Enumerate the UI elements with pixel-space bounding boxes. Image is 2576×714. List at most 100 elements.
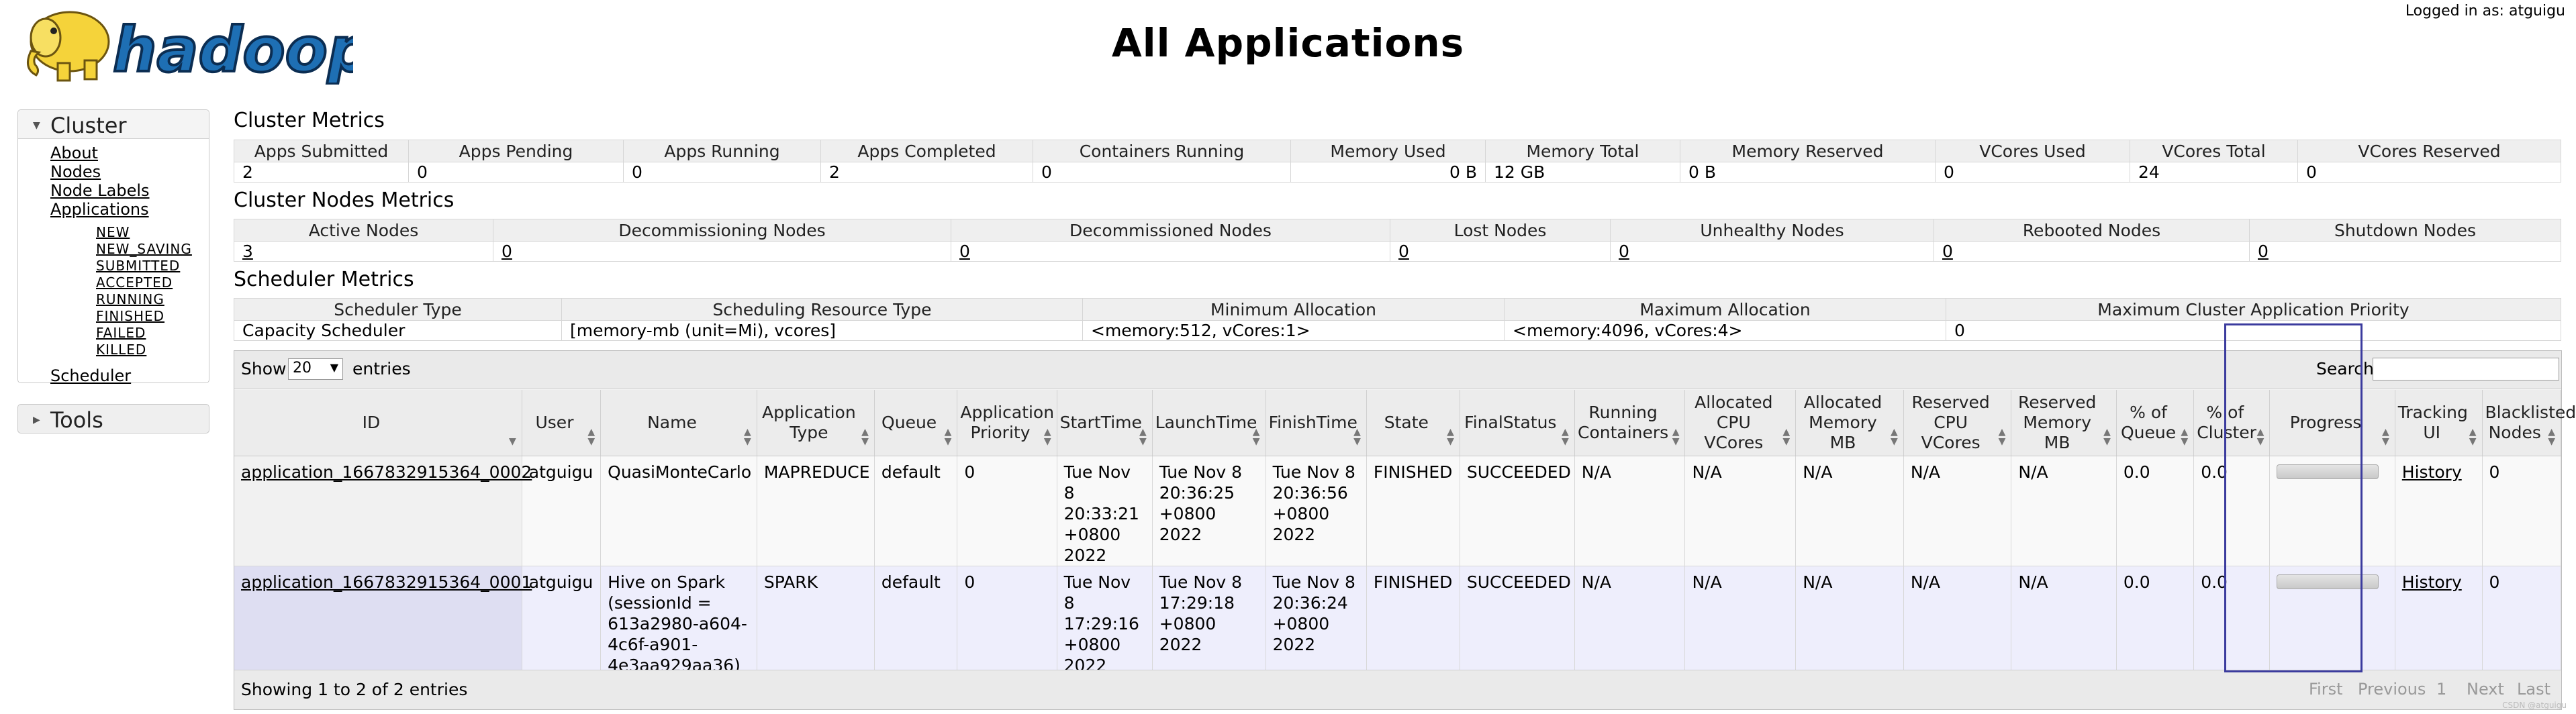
nav-link-scheduler[interactable]: Scheduler	[50, 366, 131, 385]
col-allocated-cpu-vcores[interactable]: Allocated CPU VCores ▲ ▼	[1684, 390, 1797, 456]
th-apps-running: Apps Running	[623, 140, 821, 162]
search-input[interactable]	[2373, 358, 2559, 380]
th-decommissioned-nodes: Decommissioned Nodes	[951, 219, 1390, 242]
nav-link-applications[interactable]: Applications	[50, 200, 149, 219]
sort-icon: ▲ ▼	[2103, 427, 2111, 447]
nav-cluster-panel: ▼ Cluster About Nodes Node Labels Applic…	[17, 109, 209, 385]
nav-tools-header[interactable]: ▶ Tools	[18, 405, 209, 433]
cell-name: Hive on Spark (sessionId = 613a2980-a604…	[600, 566, 757, 676]
th-vcores-total: VCores Total	[2130, 140, 2298, 162]
pager-page-1[interactable]: 1	[2436, 680, 2446, 699]
th-apps-pending: Apps Pending	[408, 140, 624, 162]
col-allocated-memory-mb-label: Allocated Memory MB	[1803, 393, 1882, 452]
th-max-cluster-app-priority: Maximum Cluster Application Priority	[1946, 298, 2561, 321]
col-pct-queue[interactable]: % of Queue ▲ ▼	[2116, 390, 2195, 456]
nav-state-failed[interactable]: FAILED	[96, 325, 146, 341]
applications-table: ID ▼ User ▲ ▼ Name ▲ ▼ Application Type ▲ ▼ Que…	[234, 390, 2576, 676]
cell-queue: default	[874, 566, 958, 676]
col-application-type[interactable]: Application Type ▲ ▼	[757, 390, 875, 456]
cell-finish-time: Tue Nov 8 20:36:56 +0800 2022	[1266, 456, 1367, 566]
col-running-containers[interactable]: Running Containers ▲ ▼	[1574, 390, 1686, 456]
nav-state-killed[interactable]: KILLED	[96, 342, 146, 358]
nav-link-about[interactable]: About	[50, 144, 98, 162]
page-length-select[interactable]: 20 ▼	[288, 358, 343, 380]
val-shutdown-nodes[interactable]: 0	[2258, 242, 2269, 261]
triangle-right-icon: ▶	[33, 415, 40, 425]
col-application-priority-label: Application Priority	[960, 403, 1055, 442]
cell-reserved-vcores: N/A	[1903, 566, 2012, 676]
nav-link-node-labels[interactable]: Node Labels	[50, 181, 150, 200]
app-id-link[interactable]: application_1667832915364_0002	[241, 462, 532, 482]
scheduler-metrics-table: Scheduler Type Scheduling Resource Type …	[234, 298, 2561, 341]
col-blacklisted-nodes[interactable]: Blacklisted Nodes ▲ ▼	[2482, 390, 2576, 456]
cell-state: FINISHED	[1366, 566, 1460, 676]
val-active-nodes[interactable]: 3	[242, 242, 253, 261]
val-scheduling-resource-type: [memory-mb (unit=Mi), vcores]	[561, 320, 1083, 341]
sort-icon: ▲ ▼	[744, 427, 751, 447]
cell-allocated-memory: N/A	[1795, 456, 1904, 566]
cell-type: MAPREDUCE	[757, 456, 875, 566]
sort-desc-icon: ▼	[509, 436, 516, 447]
col-id[interactable]: ID ▼	[234, 390, 522, 456]
val-vcores-reserved: 0	[2297, 162, 2561, 183]
cell-allocated-vcores: N/A	[1684, 566, 1797, 676]
col-finish-time[interactable]: FinishTime ▲ ▼	[1266, 390, 1367, 456]
col-name[interactable]: Name ▲ ▼	[600, 390, 757, 456]
sort-icon: ▲ ▼	[2469, 427, 2477, 447]
val-apps-completed: 2	[820, 162, 1033, 183]
val-memory-reserved: 0 B	[1680, 162, 1936, 183]
col-application-priority[interactable]: Application Priority ▲ ▼	[957, 390, 1057, 456]
col-running-containers-label: Running Containers	[1578, 403, 1669, 442]
col-reserved-memory-mb[interactable]: Reserved Memory MB ▲ ▼	[2011, 390, 2117, 456]
nav-state-accepted[interactable]: ACCEPTED	[96, 274, 173, 291]
val-decommissioning-nodes[interactable]: 0	[502, 242, 512, 261]
sort-icon: ▲ ▼	[1891, 427, 1898, 447]
cell-launch-time: Tue Nov 8 20:36:25 +0800 2022	[1152, 456, 1266, 566]
sort-icon: ▲ ▼	[1252, 427, 1260, 447]
col-final-status[interactable]: FinalStatus ▲ ▼	[1460, 390, 1575, 456]
val-apps-pending: 0	[408, 162, 624, 183]
nav-state-submitted[interactable]: SUBMITTED	[96, 258, 180, 274]
table-info: Showing 1 to 2 of 2 entries	[241, 680, 468, 699]
col-blacklisted-nodes-label: Blacklisted Nodes	[2485, 403, 2576, 442]
val-lost-nodes[interactable]: 0	[1398, 242, 1409, 261]
cell-blacklisted-nodes: 0	[2482, 456, 2562, 566]
pager-next-button[interactable]: Next	[2467, 680, 2504, 699]
logged-in-user: Logged in as: atguigu	[2405, 3, 2565, 19]
nav-state-running[interactable]: RUNNING	[96, 291, 164, 307]
th-scheduling-resource-type: Scheduling Resource Type	[561, 298, 1083, 321]
nav-cluster-header[interactable]: ▼ Cluster	[18, 110, 209, 139]
page-length-value: 20	[293, 360, 312, 376]
col-tracking-ui[interactable]: Tracking UI ▲ ▼	[2395, 390, 2483, 456]
col-queue[interactable]: Queue ▲ ▼	[874, 390, 958, 456]
cell-start-time: Tue Nov 8 20:33:21 +0800 2022	[1057, 456, 1153, 566]
pager-first-button[interactable]: First	[2309, 680, 2343, 699]
col-launch-time[interactable]: LaunchTime ▲ ▼	[1152, 390, 1266, 456]
node-metrics-title: Cluster Nodes Metrics	[234, 189, 455, 212]
tracking-ui-link[interactable]: History	[2402, 572, 2462, 592]
nav-tools-panel[interactable]: ▶ Tools	[17, 404, 209, 434]
th-vcores-used: VCores Used	[1935, 140, 2130, 162]
col-reserved-cpu-vcores[interactable]: Reserved CPU VCores ▲ ▼	[1903, 390, 2012, 456]
val-decommissioned-nodes[interactable]: 0	[959, 242, 970, 261]
app-id-link[interactable]: application_1667832915364_0001	[241, 572, 532, 592]
col-user[interactable]: User ▲ ▼	[522, 390, 602, 456]
datatable-footer: Showing 1 to 2 of 2 entries First Previo…	[234, 670, 2561, 709]
nav-state-finished[interactable]: FINISHED	[96, 308, 164, 324]
th-apps-completed: Apps Completed	[820, 140, 1033, 162]
val-unhealthy-nodes[interactable]: 0	[1619, 242, 1629, 261]
pager-last-button[interactable]: Last	[2517, 680, 2550, 699]
pager-previous-button[interactable]: Previous	[2358, 680, 2426, 699]
val-vcores-used: 0	[1935, 162, 2130, 183]
tracking-ui-link[interactable]: History	[2402, 462, 2462, 482]
nav-state-new[interactable]: NEW	[96, 224, 130, 240]
col-start-time[interactable]: StartTime ▲ ▼	[1057, 390, 1153, 456]
cell-queue: default	[874, 456, 958, 566]
nav-state-new-saving[interactable]: NEW_SAVING	[96, 241, 192, 257]
sort-icon: ▲ ▼	[2382, 427, 2389, 447]
nav-link-nodes[interactable]: Nodes	[50, 162, 101, 181]
th-memory-used: Memory Used	[1290, 140, 1486, 162]
col-allocated-memory-mb[interactable]: Allocated Memory MB ▲ ▼	[1795, 390, 1904, 456]
val-rebooted-nodes[interactable]: 0	[1942, 242, 1953, 261]
col-state[interactable]: State ▲ ▼	[1366, 390, 1460, 456]
